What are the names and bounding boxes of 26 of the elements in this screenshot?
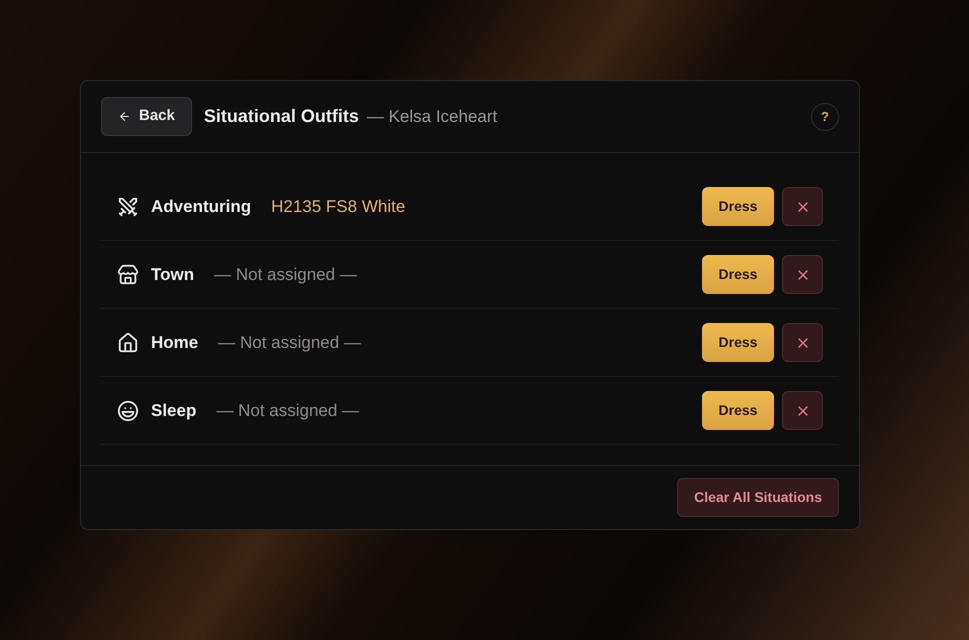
- situation-name: Sleep: [151, 400, 196, 422]
- back-button[interactable]: Back: [101, 97, 192, 136]
- remove-button[interactable]: [782, 323, 823, 362]
- arrow-left-icon: [118, 110, 131, 123]
- situation-name: Adventuring: [151, 196, 252, 218]
- character-name: — Kelsa Iceheart: [366, 106, 498, 128]
- dress-button[interactable]: Dress: [702, 187, 774, 226]
- dress-button[interactable]: Dress: [702, 323, 774, 362]
- outfit-label: H2135 FS8 White: [271, 196, 406, 218]
- outfit-label: — Not assigned —: [214, 264, 357, 286]
- remove-button[interactable]: [782, 391, 823, 430]
- dress-button[interactable]: Dress: [702, 391, 774, 430]
- dress-button[interactable]: Dress: [702, 255, 774, 294]
- outfit-label: — Not assigned —: [216, 400, 360, 422]
- clear-all-button[interactable]: Clear All Situations: [677, 478, 839, 517]
- dialog-title: Situational Outfits: [204, 105, 359, 128]
- situation-name: Town: [151, 264, 194, 286]
- remove-button[interactable]: [782, 255, 823, 294]
- house-icon: [117, 332, 139, 354]
- face-icon: [117, 400, 139, 422]
- help-button[interactable]: ?: [811, 102, 839, 130]
- remove-button[interactable]: [782, 187, 823, 226]
- outfit-label: — Not assigned —: [218, 332, 361, 354]
- situation-name: Home: [151, 332, 198, 354]
- swords-icon: [117, 196, 139, 218]
- storefront-icon: [117, 264, 139, 286]
